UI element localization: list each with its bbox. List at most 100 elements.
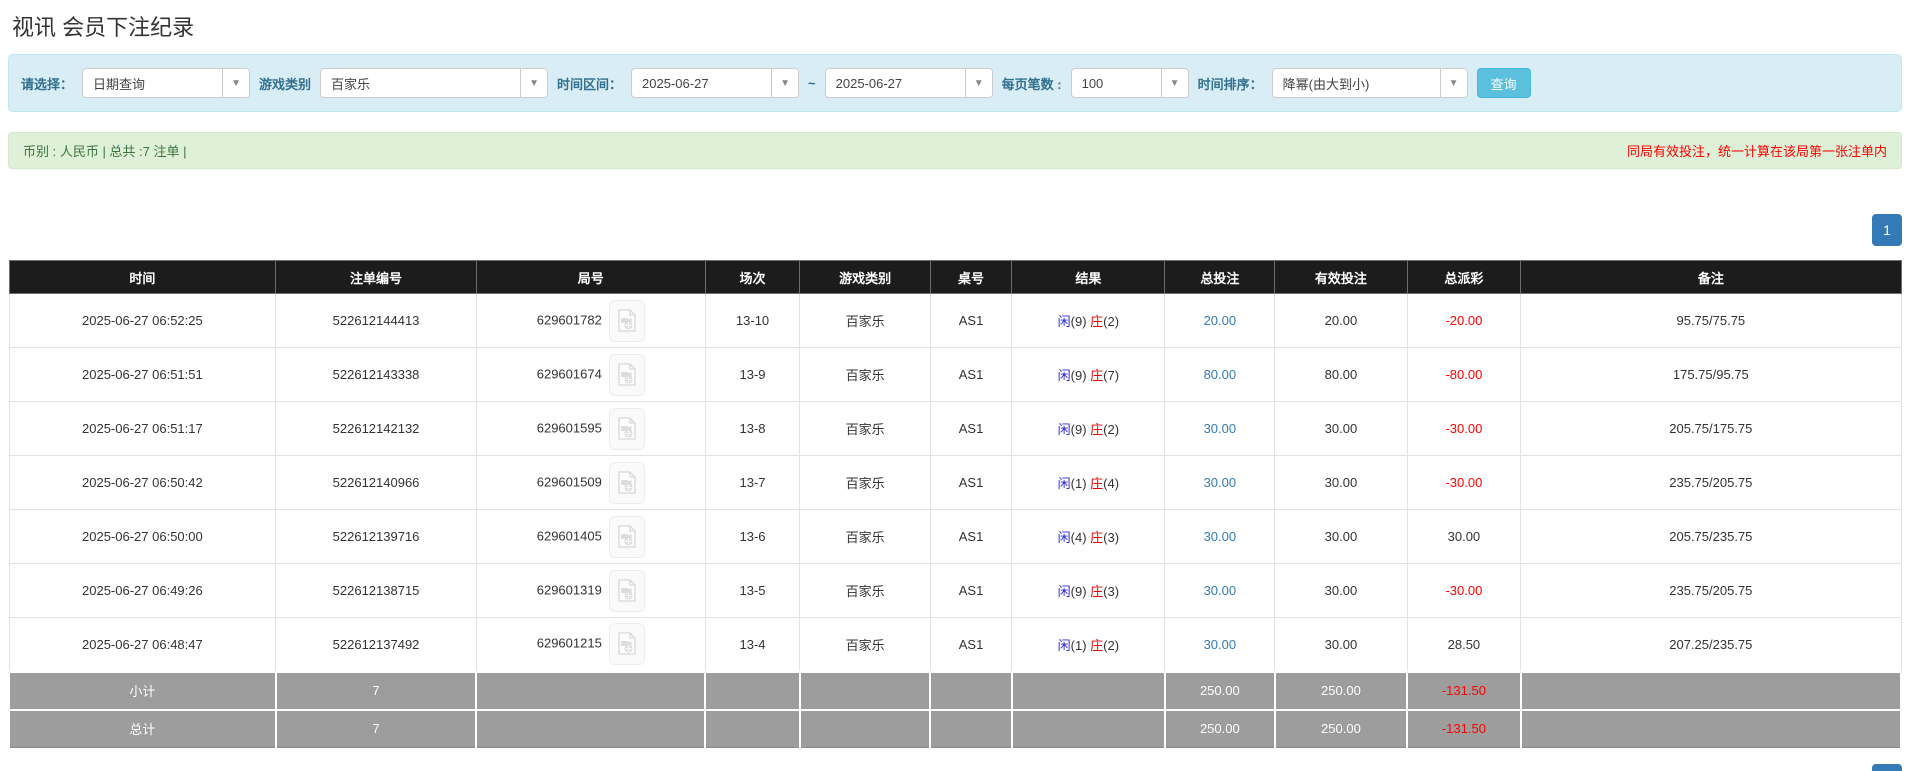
video-replay-button[interactable] (608, 299, 645, 342)
result-banker-label: 庄 (1090, 314, 1104, 329)
table-row: 2025-06-27 06:49:26 522612138715 6296013… (8, 563, 1902, 618)
cell-remark: 207.25/235.75 (1520, 617, 1902, 672)
result-banker-label: 庄 (1090, 476, 1104, 491)
video-file-icon (618, 470, 636, 494)
page-size-select[interactable]: 100 ▼ (1070, 68, 1189, 98)
cell-time: 2025-06-27 06:48:47 (8, 617, 277, 672)
cell-valid-bet: 30.00 (1274, 509, 1408, 564)
chevron-down-icon: ▼ (1160, 69, 1188, 97)
table-body: 2025-06-27 06:52:25 522612144413 6296017… (8, 293, 1902, 672)
result-player-points: (4) (1070, 530, 1087, 545)
time-sort-label: 时间排序： (1197, 76, 1263, 92)
result-player-label: 闲 (1057, 314, 1071, 329)
round-id-text: 629601509 (536, 473, 602, 489)
valid-bet-sum: 250.00 (1273, 670, 1409, 711)
col-session: 场次 (704, 260, 801, 294)
page-1-button[interactable]: 1 (1872, 214, 1902, 246)
time-sort-select[interactable]: 降幂(由大到小) ▼ (1271, 68, 1468, 98)
cell-table-no: AS1 (929, 617, 1013, 672)
video-replay-button[interactable] (608, 569, 645, 612)
cell-result: 闲(9) 庄(2) (1011, 293, 1166, 348)
cell-bet-id: 522612143338 (275, 347, 477, 402)
result-player-points: (9) (1070, 422, 1087, 437)
result-player-label: 闲 (1057, 530, 1071, 545)
result-banker-label: 庄 (1090, 422, 1104, 437)
result-banker-points: (4) (1103, 476, 1120, 491)
cell-session: 13-6 (704, 509, 801, 564)
table-footer: 小计 7 250.00 250.00 -131.50 总计 7 250.00 2… (8, 670, 1903, 748)
video-replay-button[interactable] (608, 407, 645, 450)
video-replay-button[interactable] (608, 353, 645, 396)
cell-round-id: 629601595 (475, 401, 706, 456)
table-row: 2025-06-27 06:51:51 522612143338 6296016… (8, 347, 1902, 402)
cell-valid-bet: 20.00 (1274, 293, 1408, 348)
chevron-down-icon: ▼ (771, 69, 799, 97)
cell-total-bet[interactable]: 30.00 (1164, 563, 1276, 618)
round-id-text: 629601405 (536, 527, 602, 543)
col-round-id: 局号 (475, 260, 706, 294)
cell-time: 2025-06-27 06:50:42 (8, 455, 277, 510)
payout-sum: -131.50 (1406, 670, 1522, 711)
pagination-bottom: 1 (8, 764, 1902, 771)
cell-payout: -30.00 (1406, 563, 1522, 618)
video-file-icon (618, 308, 636, 332)
col-bet-id: 注单编号 (275, 260, 477, 294)
page-size-label: 每页笔数 : (1001, 76, 1062, 92)
video-file-icon (618, 578, 636, 602)
query-type-select[interactable]: 日期查询 ▼ (82, 68, 251, 98)
table-row: 2025-06-27 06:50:42 522612140966 6296015… (8, 455, 1902, 510)
cell-payout: -30.00 (1406, 455, 1522, 510)
total-bet-sum: 250.00 (1163, 708, 1276, 748)
table-row: 2025-06-27 06:51:17 522612142132 6296015… (8, 401, 1902, 456)
round-id-text: 629601595 (536, 419, 602, 435)
cell-total-bet[interactable]: 80.00 (1164, 347, 1276, 402)
total-label: 小计 (8, 670, 277, 711)
filter-bar: 请选择： 日期查询 ▼ 游戏类别 百家乐 ▼ 时间区间： 2025-06-27 … (8, 54, 1902, 112)
result-banker-points: (3) (1103, 584, 1120, 599)
page-1-button[interactable]: 1 (1872, 764, 1902, 771)
video-file-icon (618, 362, 636, 386)
round-id-text: 629601674 (536, 365, 602, 381)
video-replay-button[interactable] (608, 515, 645, 558)
video-replay-button[interactable] (608, 461, 645, 504)
result-banker-points: (2) (1103, 314, 1120, 329)
cell-total-bet[interactable]: 20.00 (1164, 293, 1276, 348)
cell-result: 闲(1) 庄(4) (1011, 455, 1166, 510)
cell-game-type: 百家乐 (799, 617, 931, 672)
cell-total-bet[interactable]: 30.00 (1164, 509, 1276, 564)
date-to-select[interactable]: 2025-06-27 ▼ (824, 68, 993, 98)
result-banker-points: (2) (1103, 422, 1120, 437)
chevron-down-icon: ▼ (520, 69, 548, 97)
search-button[interactable]: 查询 (1476, 68, 1531, 98)
cell-total-bet[interactable]: 30.00 (1164, 617, 1276, 672)
cell-remark: 175.75/95.75 (1520, 347, 1902, 402)
table-header: 时间 注单编号 局号 场次 游戏类别 桌号 结果 总投注 有效投注 总派彩 备注 (8, 260, 1902, 294)
result-player-points: (1) (1070, 637, 1087, 653)
cell-round-id: 629601674 (475, 347, 706, 402)
col-time: 时间 (8, 260, 277, 294)
summary-notice: 同局有效投注，统一计算在该局第一张注单内 (1626, 144, 1887, 159)
result-banker-label: 庄 (1090, 637, 1104, 653)
video-replay-button[interactable] (608, 623, 645, 666)
cell-session: 13-8 (704, 401, 801, 456)
round-id-text: 629601215 (536, 635, 602, 651)
cell-bet-id: 522612142132 (275, 401, 477, 456)
cell-payout: 30.00 (1406, 509, 1522, 564)
col-total-bet: 总投注 (1164, 260, 1276, 294)
result-player-label: 闲 (1057, 584, 1071, 599)
cell-result: 闲(9) 庄(7) (1011, 347, 1166, 402)
table-row: 2025-06-27 06:52:25 522612144413 6296017… (8, 293, 1902, 348)
col-payout: 总派彩 (1406, 260, 1522, 294)
result-player-label: 闲 (1057, 637, 1071, 653)
cell-round-id: 629601405 (475, 509, 706, 564)
cell-table-no: AS1 (929, 347, 1013, 402)
cell-remark: 205.75/235.75 (1520, 509, 1902, 564)
game-category-select[interactable]: 百家乐 ▼ (320, 68, 549, 98)
cell-total-bet[interactable]: 30.00 (1164, 455, 1276, 510)
pagination-top: 1 (8, 214, 1902, 246)
cell-session: 13-5 (704, 563, 801, 618)
video-file-icon (618, 416, 636, 440)
total-count: 7 (274, 708, 478, 748)
date-from-select[interactable]: 2025-06-27 ▼ (631, 68, 800, 98)
cell-total-bet[interactable]: 30.00 (1164, 401, 1276, 456)
